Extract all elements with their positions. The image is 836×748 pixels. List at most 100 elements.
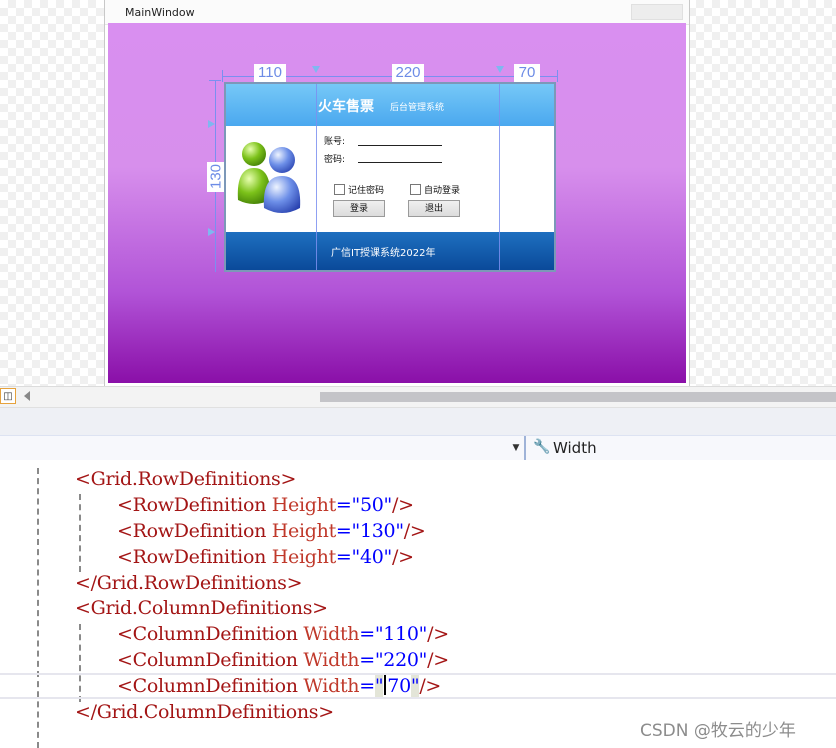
exit-button[interactable]: 退出 [408, 200, 460, 217]
property-navigation-bar: ▼ 🔧 Width [0, 435, 836, 461]
text-caret [384, 675, 387, 695]
token-attribute: Height [271, 494, 336, 516]
token-tag: ColumnDefinition [132, 675, 298, 697]
auto-login-checkbox[interactable] [410, 184, 421, 195]
code-line[interactable]: </Grid.ColumnDefinitions> [75, 699, 334, 725]
token-equals: = [335, 520, 352, 542]
token-bracket: < [75, 597, 91, 619]
token-tag: RowDefinition [132, 520, 267, 542]
token-equals: = [359, 623, 375, 645]
token-bracket: < [117, 494, 133, 516]
token-tag: Grid.RowDefinitions [90, 468, 281, 490]
token-equals: = [359, 649, 375, 671]
account-input[interactable] [358, 145, 442, 146]
footer-text: 广信IT授课系统2022年 [331, 248, 436, 259]
panel-header: 火车售票 后台管理系统 [226, 84, 554, 126]
panel-subtitle: 后台管理系统 [390, 103, 445, 113]
column-split-marker[interactable] [496, 66, 504, 73]
token-bracket: </ [75, 701, 97, 723]
token-bracket: /> [392, 546, 414, 568]
token-bracket: < [117, 520, 133, 542]
password-label: 密码: [324, 155, 346, 165]
code-line[interactable]: <RowDefinition Height="130"/> [117, 518, 426, 544]
token-tag: ColumnDefinition [132, 649, 298, 671]
document-icon[interactable]: ◫ [0, 388, 16, 404]
grid-column-divider [316, 84, 317, 270]
token-value: "110" [374, 623, 428, 645]
token-bracket: /> [392, 494, 414, 516]
row-split-marker[interactable] [208, 120, 215, 128]
token-attribute: Width [303, 623, 360, 645]
code-line[interactable]: <ColumnDefinition Width="110"/> [117, 621, 449, 647]
bar-separator [524, 436, 526, 460]
grid-column-divider [499, 84, 500, 270]
scrollbar-thumb[interactable] [320, 392, 836, 402]
code-line[interactable]: <RowDefinition Height="50"/> [117, 492, 414, 518]
token-tag: Grid.ColumnDefinitions [90, 597, 313, 619]
token-tag: Grid.ColumnDefinitions [96, 701, 319, 723]
scroll-left-arrow-icon[interactable] [24, 391, 30, 401]
token-bracket: /> [403, 520, 426, 542]
code-line[interactable]: <Grid.ColumnDefinitions> [75, 595, 328, 621]
token-bracket: < [117, 649, 133, 671]
row-split-marker[interactable] [208, 228, 215, 236]
window-title: MainWindow [125, 6, 195, 19]
column-width-label-1[interactable]: 110 [254, 64, 286, 82]
chevron-down-icon[interactable]: ▼ [510, 440, 522, 456]
token-bracket: < [117, 675, 133, 697]
pane-splitter[interactable] [0, 407, 836, 436]
indent-guide [79, 494, 81, 572]
token-attribute: Height [271, 520, 336, 542]
token-bracket: /> [427, 649, 449, 671]
token-tag: ColumnDefinition [132, 623, 298, 645]
token-bracket: /> [419, 675, 442, 697]
token-bracket: < [117, 546, 133, 568]
token-value: "130" [351, 520, 405, 542]
token-attribute: Width [303, 675, 360, 697]
selected-property[interactable]: Width [553, 439, 597, 457]
token-value: "50" [351, 494, 393, 516]
window-controls[interactable] [631, 4, 683, 20]
token-bracket: /> [427, 623, 449, 645]
row-height-label[interactable]: 130 [207, 162, 225, 192]
designer-horizontal-scrollbar[interactable]: ◫ [0, 386, 836, 407]
wrench-icon: 🔧 [533, 439, 551, 455]
watermark: CSDN @牧云的少年 [640, 721, 796, 741]
login-panel: 火车售票 后台管理系统 账号: 密码: 记住密码 自动登录 登录 退出 广信IT… [224, 82, 556, 272]
column-width-label-3[interactable]: 70 [514, 64, 540, 82]
indent-guide [37, 468, 39, 748]
token-value: "220" [374, 649, 428, 671]
token-bracket: > [280, 468, 297, 490]
login-button[interactable]: 登录 [333, 200, 385, 217]
account-label: 账号: [324, 137, 346, 147]
token-value: "40" [351, 546, 393, 568]
column-width-label-2[interactable]: 220 [392, 64, 424, 82]
token-tag: Grid.RowDefinitions [96, 572, 287, 594]
token-equals: = [335, 494, 352, 516]
code-line-current[interactable]: <ColumnDefinition Width=" 70"/> [117, 673, 441, 699]
token-equals: = [335, 546, 352, 568]
token-bracket: > [312, 597, 328, 619]
users-icon [232, 138, 308, 218]
token-value-quote: " [374, 675, 384, 697]
panel-footer: 广信IT授课系统2022年 [226, 232, 554, 270]
token-bracket: < [117, 623, 133, 645]
code-line[interactable]: <RowDefinition Height="40"/> [117, 544, 414, 570]
remember-password-checkbox[interactable] [334, 184, 345, 195]
code-line[interactable]: </Grid.RowDefinitions> [75, 570, 303, 596]
password-input[interactable] [358, 162, 442, 163]
token-value: 70 [387, 675, 411, 697]
column-adorner-tick [222, 70, 223, 82]
row-adorner-tick [209, 80, 221, 81]
row-height-value: 130 [207, 163, 225, 190]
remember-password-label: 记住密码 [348, 186, 385, 196]
auto-login-label: 自动登录 [424, 186, 461, 196]
token-equals: = [359, 675, 375, 697]
panel-title: 火车售票 [318, 99, 374, 115]
token-bracket: < [75, 468, 91, 490]
token-attribute: Width [303, 649, 360, 671]
code-line[interactable]: <ColumnDefinition Width="220"/> [117, 647, 449, 673]
token-tag: RowDefinition [132, 494, 267, 516]
code-line[interactable]: <Grid.RowDefinitions> [75, 466, 296, 492]
column-split-marker[interactable] [312, 66, 320, 73]
